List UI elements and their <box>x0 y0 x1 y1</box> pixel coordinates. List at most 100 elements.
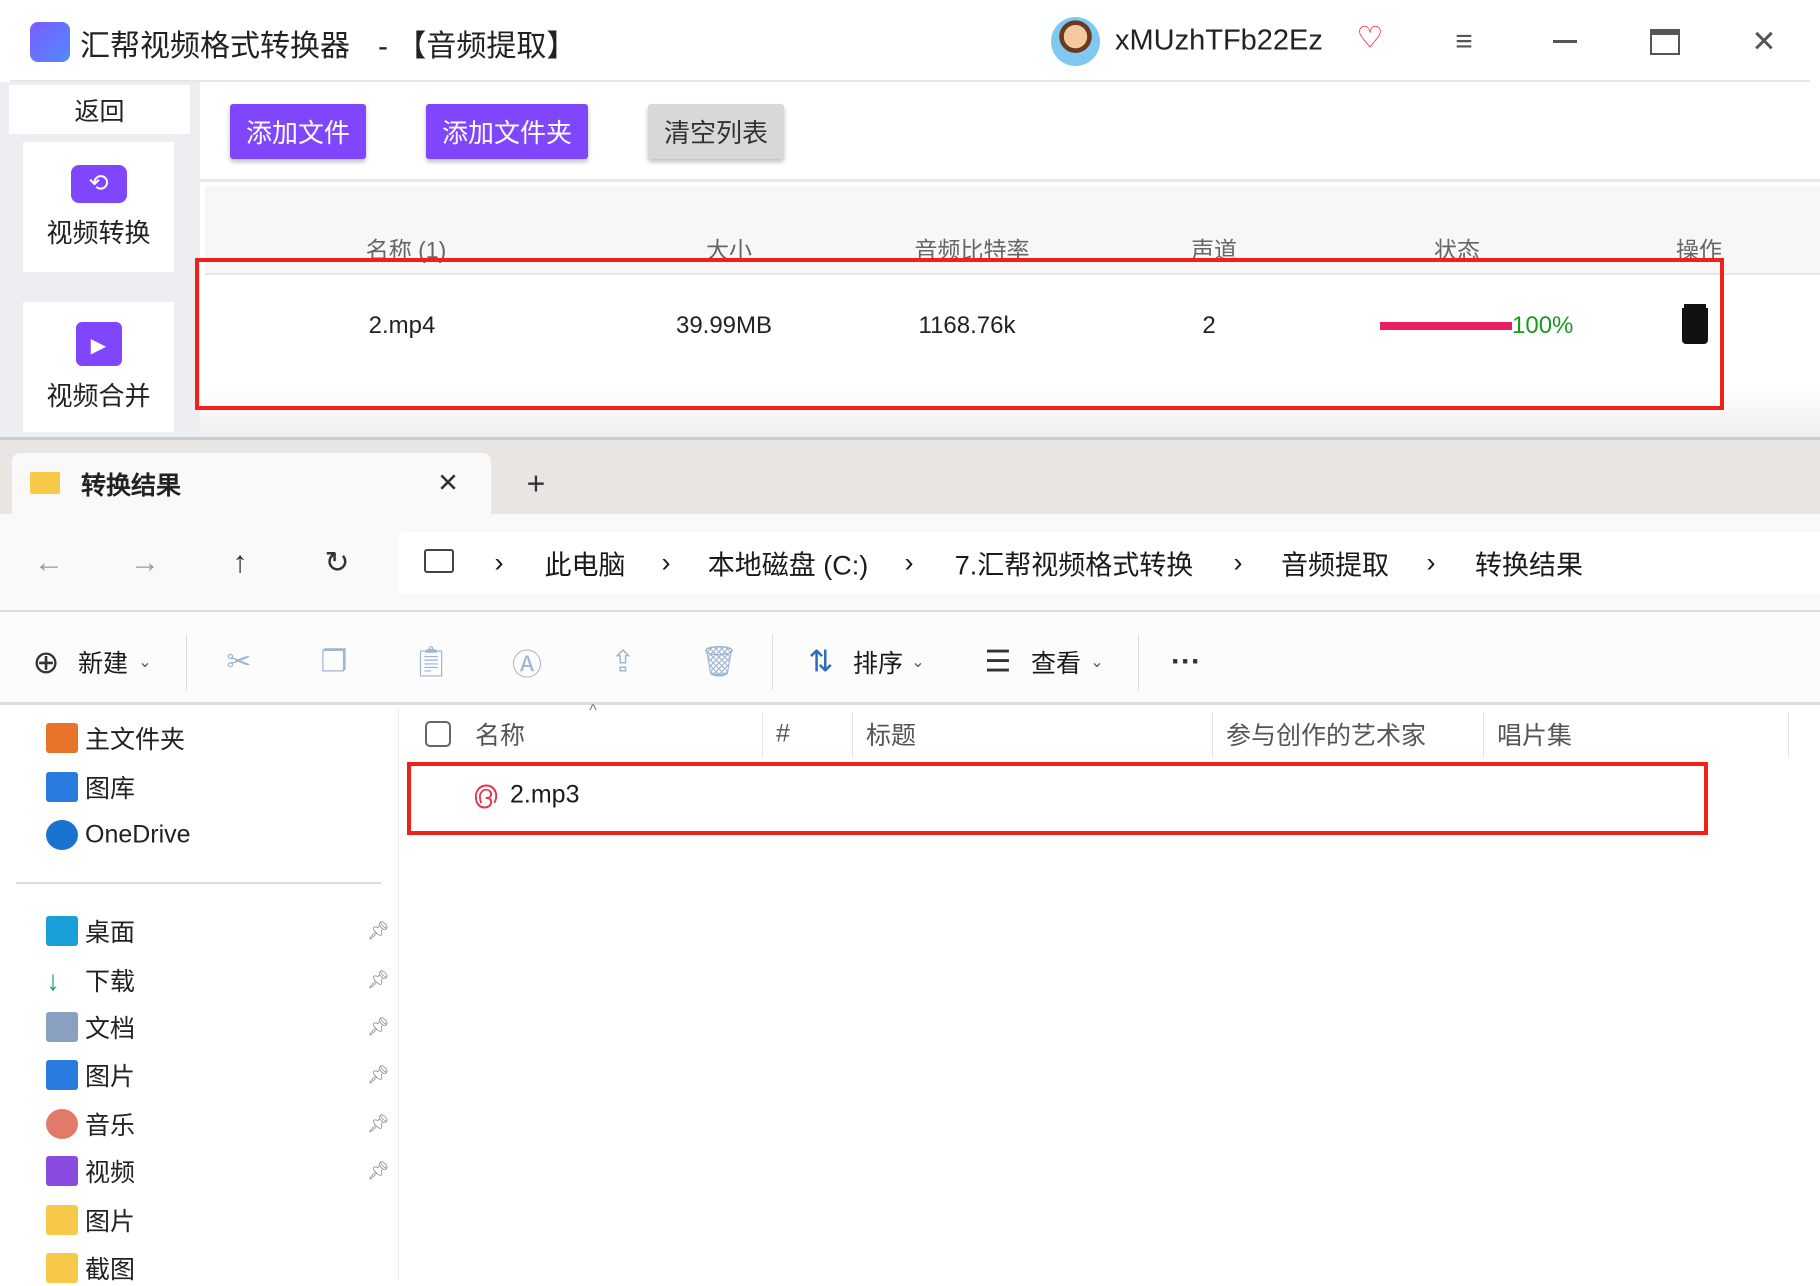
sort-icon[interactable]: ⇅ <box>808 645 833 680</box>
breadcrumb-sep: › <box>494 547 504 578</box>
tab-title: 转换结果 <box>81 472 182 500</box>
explorer-toolbar <box>0 612 1820 705</box>
add-folder-button[interactable]: 添加文件夹 <box>426 104 588 159</box>
new-button[interactable]: 新建 <box>78 644 128 680</box>
sort-button[interactable]: 排序 <box>853 644 903 680</box>
pin-icon[interactable]: 📌︎ <box>367 1114 390 1135</box>
title-divider <box>10 80 1810 82</box>
sidebar-item-video-convert[interactable]: ⟲ 视频转换 <box>23 142 174 272</box>
home-icon <box>46 723 78 753</box>
tab-close-icon[interactable]: ✕ <box>437 468 459 499</box>
up-arrow-icon[interactable]: ↑ <box>233 546 248 580</box>
col-name[interactable]: 名称 <box>475 716 525 752</box>
onedrive-icon <box>46 820 78 850</box>
nav-item[interactable]: 视频 <box>85 1153 135 1189</box>
app-logo <box>30 22 70 62</box>
nav-item[interactable]: 文档 <box>85 1009 135 1045</box>
folder-icon <box>46 1253 78 1283</box>
chevron-down-icon[interactable]: ⌄ <box>138 652 151 672</box>
gallery-icon <box>46 772 78 802</box>
documents-icon <box>46 1012 78 1042</box>
pin-icon[interactable]: 📌︎ <box>367 1065 390 1086</box>
share-icon[interactable]: ⇪ <box>610 645 635 680</box>
toolbar-divider <box>200 179 1820 182</box>
folder-icon <box>46 1205 78 1235</box>
more-button[interactable]: ··· <box>1171 645 1201 679</box>
video-convert-icon: ⟲ <box>70 164 127 203</box>
breadcrumb-audio-extract[interactable]: 音频提取 <box>1281 544 1389 583</box>
sidebar-item-video-merge[interactable]: ▶ 视频合并 <box>23 302 174 432</box>
chevron-down-icon[interactable]: ⌄ <box>911 652 924 672</box>
copy-icon[interactable]: ❐ <box>321 645 348 680</box>
pin-icon[interactable]: 📌︎ <box>367 1017 390 1038</box>
refresh-icon[interactable]: ↻ <box>324 546 349 581</box>
add-file-button[interactable]: 添加文件 <box>230 104 366 159</box>
maximize-button[interactable] <box>1650 29 1680 55</box>
breadcrumb-sep: › <box>1233 547 1243 578</box>
pin-icon[interactable]: 📌︎ <box>367 970 390 991</box>
pin-icon[interactable]: 📌︎ <box>367 1161 390 1182</box>
video-merge-icon: ▶ <box>75 321 122 366</box>
nav-item[interactable]: 图片 <box>85 1202 135 1238</box>
avatar[interactable] <box>1051 17 1100 66</box>
desktop-icon <box>46 916 78 946</box>
col-title[interactable]: 标题 <box>866 716 916 752</box>
navpane-divider <box>16 882 381 884</box>
cut-icon[interactable]: ✂ <box>226 645 251 680</box>
music-icon <box>46 1109 78 1139</box>
breadcrumb-this-pc[interactable]: 此电脑 <box>545 544 626 583</box>
videos-icon <box>46 1156 78 1186</box>
col-album[interactable]: 唱片集 <box>1497 716 1572 752</box>
new-tab-button[interactable]: + <box>527 466 546 503</box>
breadcrumb-c-drive[interactable]: 本地磁盘 (C:) <box>708 544 868 583</box>
nav-item[interactable]: 截图 <box>85 1250 135 1286</box>
clear-list-button[interactable]: 清空列表 <box>648 104 784 159</box>
paste-icon[interactable]: 📋︎ <box>412 645 450 680</box>
col-artist[interactable]: 参与创作的艺术家 <box>1226 716 1426 752</box>
menu-icon[interactable]: ≡ <box>1455 25 1473 59</box>
chevron-down-icon[interactable]: ⌄ <box>1090 652 1103 672</box>
pictures-icon <box>46 1060 78 1090</box>
minimize-button[interactable] <box>1553 40 1577 43</box>
nav-item[interactable]: 主文件夹 <box>85 720 185 756</box>
column-separator <box>852 712 853 758</box>
sidebar-item-label: 视频合并 <box>46 380 151 411</box>
toolbar-separator <box>186 634 187 690</box>
nav-item[interactable]: 音乐 <box>85 1106 135 1142</box>
navpane-border <box>398 708 399 1280</box>
breadcrumb-result[interactable]: 转换结果 <box>1475 544 1583 583</box>
download-icon: ↓ <box>46 965 60 996</box>
view-icon[interactable]: ☰ <box>985 645 1012 680</box>
nav-item[interactable]: 桌面 <box>85 913 135 949</box>
column-separator <box>1483 712 1484 758</box>
breadcrumb-app-folder[interactable]: 7.汇帮视频格式转换 <box>955 544 1194 583</box>
back-button[interactable]: 返回 <box>9 85 190 134</box>
app-mode: - 【音频提取】 <box>378 30 577 63</box>
view-button[interactable]: 查看 <box>1031 644 1081 680</box>
select-all-checkbox[interactable] <box>425 721 451 747</box>
highlight-box <box>195 258 1724 410</box>
folder-icon <box>30 472 60 494</box>
highlight-box <box>407 762 1708 835</box>
nav-item[interactable]: 下载 <box>85 962 135 998</box>
rename-icon[interactable]: Ⓐ <box>512 640 542 684</box>
forward-arrow-icon[interactable]: → <box>130 546 160 580</box>
toolbar-separator <box>772 634 773 690</box>
breadcrumb-sep: › <box>661 547 671 578</box>
vip-heart-icon[interactable]: ♡ <box>1357 21 1384 56</box>
username[interactable]: xMUzhTFb22Ez <box>1115 25 1323 58</box>
nav-item[interactable]: 图库 <box>85 769 135 805</box>
toolbar-separator <box>1138 634 1139 690</box>
column-separator <box>1788 712 1789 758</box>
column-separator <box>762 712 763 758</box>
back-arrow-icon[interactable]: ← <box>34 546 64 580</box>
pin-icon[interactable]: 📌︎ <box>367 921 390 942</box>
nav-item[interactable]: 图片 <box>85 1057 135 1093</box>
close-button[interactable]: ✕ <box>1751 25 1776 60</box>
col-track[interactable]: # <box>776 720 790 749</box>
new-icon[interactable]: ⊕ <box>33 643 60 681</box>
breadcrumb-sep: › <box>1426 547 1436 578</box>
delete-icon[interactable]: 🗑︎ <box>700 645 738 680</box>
app-title: 汇帮视频格式转换器 <box>80 30 350 63</box>
nav-item[interactable]: OneDrive <box>85 821 191 850</box>
